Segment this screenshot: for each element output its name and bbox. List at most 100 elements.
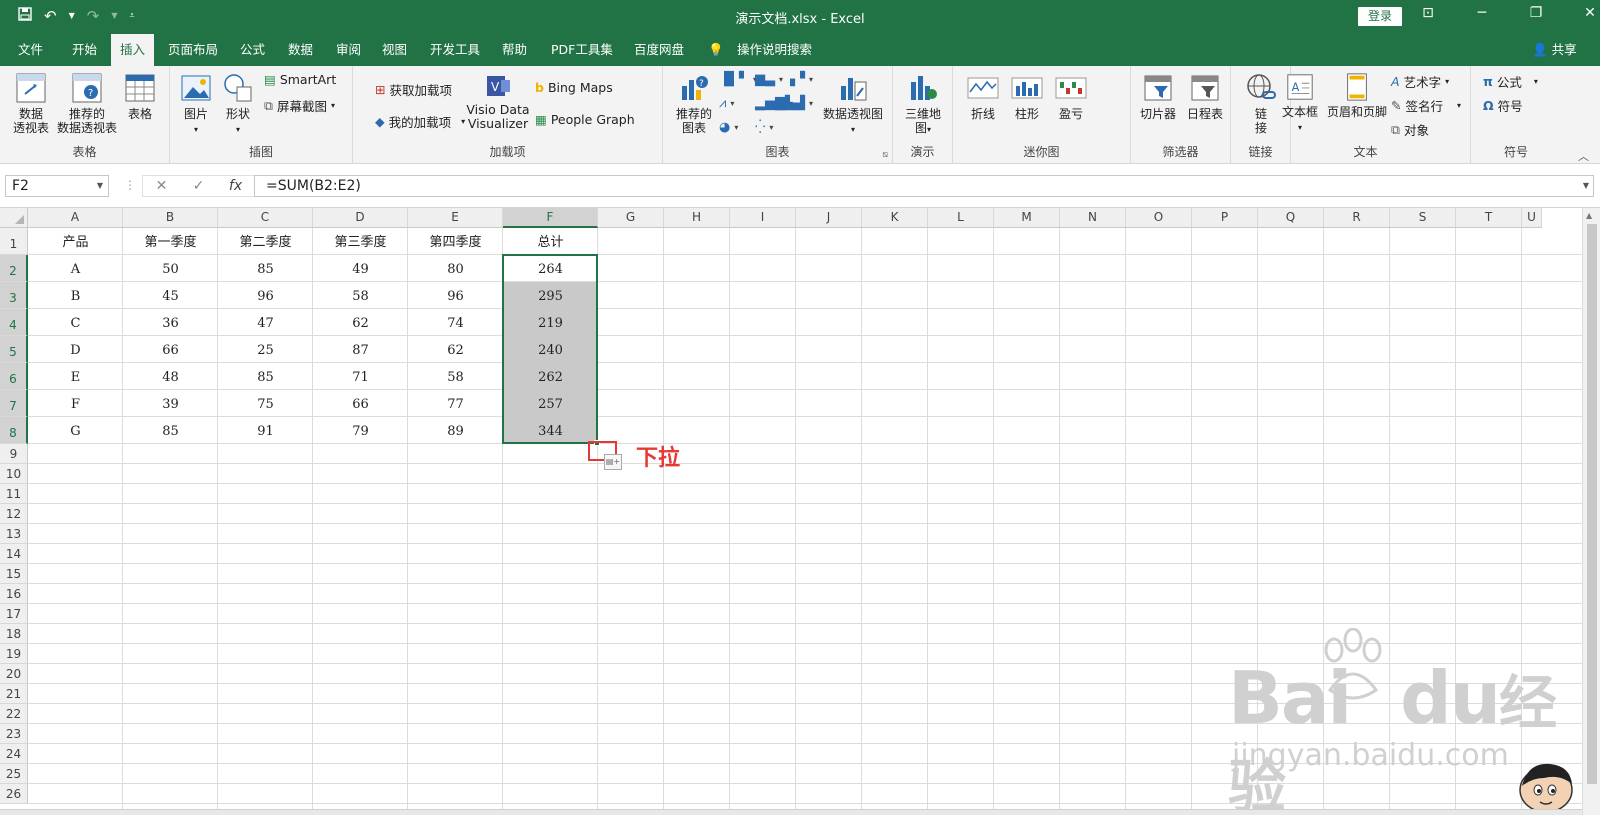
cell-f8[interactable]: 344 [503,417,598,444]
row-header-23[interactable]: 23 [0,724,28,744]
column-header-a[interactable]: A [28,208,123,228]
recommended-pivot-button[interactable]: ? 推荐的 数据透视表 [52,72,122,135]
enter-icon[interactable]: ✓ [180,176,217,196]
expand-formula-icon[interactable]: ▼ [1583,176,1589,196]
row-header-21[interactable]: 21 [0,684,28,704]
cell-b5[interactable]: 66 [123,336,218,363]
cell-a2[interactable]: A [28,255,123,282]
pivot-chart-button[interactable]: 数据透视图 ▾ [819,72,887,137]
column-header-i[interactable]: I [730,208,796,228]
column-header-b[interactable]: B [123,208,218,228]
cell-d2[interactable]: 49 [313,255,408,282]
cell-a7[interactable]: F [28,390,123,417]
cell-d6[interactable]: 71 [313,363,408,390]
tab-file[interactable]: 文件 [18,34,43,66]
cell-f6[interactable]: 262 [503,363,598,390]
cell-b4[interactable]: 36 [123,309,218,336]
cancel-icon[interactable]: ✕ [143,176,180,196]
cell-c4[interactable]: 47 [218,309,313,336]
cell-c7[interactable]: 75 [218,390,313,417]
row-header-2[interactable]: 2 [0,255,28,282]
cell-a6[interactable]: E [28,363,123,390]
signature-line-button[interactable]: ✎ 签名行 ▾ [1391,96,1461,115]
cell-c5[interactable]: 25 [218,336,313,363]
cell-d1[interactable]: 第三季度 [313,228,408,255]
tab-formulas[interactable]: 公式 [240,34,265,66]
textbox-button[interactable]: A 文本框 ▾ [1275,72,1325,135]
row-header-19[interactable]: 19 [0,644,28,664]
equation-button[interactable]: π 公式 ▾ [1483,72,1538,91]
screenshot-button[interactable]: ⧉ 屏幕截图 ▾ [264,96,335,115]
formula-input[interactable]: =SUM(B2:E2) ▼ [254,175,1594,197]
column-header-s[interactable]: S [1390,208,1456,228]
symbol-button[interactable]: Ω 符号 [1483,96,1523,115]
scatter-chart-button[interactable]: ⁛ ▾ [755,120,773,135]
people-graph-button[interactable]: ▦ People Graph [535,112,635,127]
column-header-o[interactable]: O [1126,208,1192,228]
column-header-h[interactable]: H [664,208,730,228]
cell-f5[interactable]: 240 [503,336,598,363]
spreadsheet-grid[interactable]: ABCDEFGHIJKLMNOPQRSTU 1 2 3 4 5 6 7 8 9 10 11 12 13 1… [0,208,1600,815]
cell-e2[interactable]: 80 [408,255,503,282]
row-header-26[interactable]: 26 [0,784,28,804]
row-header-8[interactable]: 8 [0,417,28,444]
row-header-15[interactable]: 15 [0,564,28,584]
row-header-24[interactable]: 24 [0,744,28,764]
cell-a4[interactable]: C [28,309,123,336]
cell-c8[interactable]: 91 [218,417,313,444]
table-button[interactable]: 表格 [120,72,160,121]
tab-pdf-tools[interactable]: PDF工具集 [551,34,613,66]
row-header-13[interactable]: 13 [0,524,28,544]
waterfall-chart-button[interactable]: ▗▝ ▾ [785,72,813,87]
column-header-c[interactable]: C [218,208,313,228]
pictures-button[interactable]: 图片 ▾ [178,72,214,137]
cell-e4[interactable]: 74 [408,309,503,336]
cell-b1[interactable]: 第一季度 [123,228,218,255]
hierarchy-chart-button[interactable]: ▆▃ ▾ [755,72,783,87]
wordart-button[interactable]: A 艺术字 ▾ [1391,72,1449,91]
combo-chart-button[interactable]: ▙▟ ▾ [785,96,813,111]
auto-fill-options-icon[interactable]: ▤+ [604,454,622,470]
cell-e8[interactable]: 89 [408,417,503,444]
object-button[interactable]: ⧉ 对象 [1391,120,1429,139]
cell-c2[interactable]: 85 [218,255,313,282]
row-header-3[interactable]: 3 [0,282,28,309]
minimize-icon[interactable]: ─ [1474,5,1490,21]
column-header-u[interactable]: U [1522,208,1542,228]
tab-baidu-netdisk[interactable]: 百度网盘 [634,34,684,66]
bing-maps-button[interactable]: b Bing Maps [535,80,613,95]
column-header-k[interactable]: K [862,208,928,228]
pivot-table-button[interactable]: 数据 透视表 [8,72,54,135]
line-chart-button[interactable]: ⩘ ▾ [719,96,734,111]
column-header-e[interactable]: E [408,208,503,228]
cell-f3[interactable]: 295 [503,282,598,309]
close-icon[interactable]: ✕ [1582,5,1598,21]
cell-f7[interactable]: 257 [503,390,598,417]
cell-e6[interactable]: 58 [408,363,503,390]
column-header-l[interactable]: L [928,208,994,228]
column-header-j[interactable]: J [796,208,862,228]
tell-me-search[interactable]: 操作说明搜索 [737,34,812,66]
cell-b6[interactable]: 48 [123,363,218,390]
header-footer-button[interactable]: 页眉和页脚 [1325,72,1389,119]
column-header-d[interactable]: D [313,208,408,228]
cell-d8[interactable]: 79 [313,417,408,444]
row-header-11[interactable]: 11 [0,484,28,504]
row-header-7[interactable]: 7 [0,390,28,417]
cell-d7[interactable]: 66 [313,390,408,417]
column-header-g[interactable]: G [598,208,664,228]
row-header-4[interactable]: 4 [0,309,28,336]
column-chart-button[interactable]: ▐▌▘ ▾ [719,72,757,87]
row-header-18[interactable]: 18 [0,624,28,644]
tab-developer[interactable]: 开发工具 [430,34,480,66]
visio-visualizer-button[interactable]: V Visio Data Visualizer [465,72,531,131]
select-all-button[interactable] [0,208,28,228]
row-header-17[interactable]: 17 [0,604,28,624]
my-addins-button[interactable]: ◆ 我的加载项 ▾ [375,112,465,131]
cell-f2[interactable]: 264 [503,255,598,282]
login-button[interactable]: 登录 [1358,7,1402,26]
tab-review[interactable]: 审阅 [336,34,361,66]
chevron-down-icon[interactable]: ▼ [97,176,103,196]
tab-data[interactable]: 数据 [288,34,313,66]
column-header-n[interactable]: N [1060,208,1126,228]
